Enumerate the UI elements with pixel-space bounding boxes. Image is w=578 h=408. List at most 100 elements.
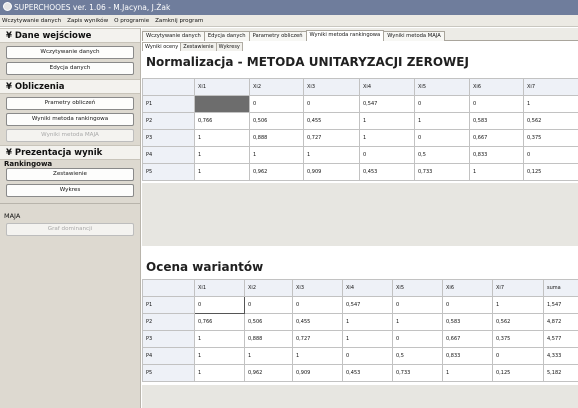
wyniki-rankingowa-button[interactable]: Wyniki metoda rankingowa — [6, 113, 134, 126]
table-cell[interactable]: 0 — [303, 95, 360, 113]
table-cell[interactable]: 0 — [492, 347, 544, 365]
table-cell[interactable]: 0 — [414, 95, 470, 113]
table-cell[interactable]: 0,667 — [469, 129, 524, 147]
column-header[interactable]: Xi6 — [469, 78, 524, 96]
column-header[interactable]: Xi6 — [442, 279, 493, 297]
table-cell[interactable]: 0,562 — [492, 313, 544, 331]
row-header[interactable]: P4 — [142, 146, 195, 164]
menu-item-o-programie[interactable]: O programie — [112, 18, 151, 24]
table-cell[interactable]: 0 — [523, 146, 578, 164]
table-cell[interactable]: 0,833 — [442, 347, 493, 365]
edycja-danych-button[interactable]: Edycja danych — [6, 62, 134, 75]
table-cell[interactable]: 5,182 — [543, 364, 578, 382]
table-cell[interactable]: 0,888 — [244, 330, 293, 348]
column-header[interactable]: Xi1 — [194, 78, 250, 96]
table-cell[interactable]: 0,962 — [244, 364, 293, 382]
table-cell[interactable]: 1,547 — [543, 296, 578, 314]
section-obliczenia[interactable]: ¥ Obliczenia — [0, 79, 140, 94]
table-cell[interactable]: 1 — [194, 364, 245, 382]
table-cell[interactable]: 0,125 — [523, 163, 578, 181]
wyniki-maja-button[interactable]: Wyniki metoda MAJA — [6, 129, 134, 142]
table-cell[interactable]: 4,333 — [543, 347, 578, 365]
row-header[interactable]: P2 — [142, 313, 195, 331]
table-cell[interactable]: 0,375 — [523, 129, 578, 147]
column-header[interactable]: Xi3 — [303, 78, 360, 96]
row-header[interactable]: P2 — [142, 112, 195, 130]
table-cell[interactable]: 0,733 — [414, 163, 470, 181]
table-cell[interactable]: 4,577 — [543, 330, 578, 348]
table-cell[interactable]: 0 — [194, 95, 250, 113]
table-cell[interactable]: 1 — [194, 146, 250, 164]
table-cell[interactable]: 0,125 — [492, 364, 544, 382]
column-header[interactable]: Xi1 — [194, 279, 245, 297]
table-cell[interactable]: 1 — [523, 95, 578, 113]
table-cell[interactable]: 0 — [469, 95, 524, 113]
table-cell[interactable]: 0 — [392, 330, 443, 348]
subtab-zestawienie[interactable]: Zestawienie — [180, 42, 217, 51]
menu-item-zamknij[interactable]: Zamknij program — [153, 18, 205, 24]
table-cell[interactable]: 1 — [244, 347, 293, 365]
table-cell[interactable]: 0,583 — [469, 112, 524, 130]
table-cell[interactable]: 0,727 — [292, 330, 343, 348]
table-cell[interactable]: 1 — [492, 296, 544, 314]
table-cell[interactable]: 0 — [359, 146, 415, 164]
table-cell[interactable]: 0,727 — [303, 129, 360, 147]
table-cell[interactable]: 0,455 — [303, 112, 360, 130]
table-cell[interactable]: 1 — [342, 313, 393, 331]
column-header[interactable]: Xi2 — [249, 78, 304, 96]
table-cell[interactable]: 0,667 — [442, 330, 493, 348]
row-header[interactable]: P3 — [142, 330, 195, 348]
column-header[interactable]: Xi5 — [392, 279, 443, 297]
table-cell[interactable]: 0,583 — [442, 313, 493, 331]
table-cell[interactable]: 0 — [414, 129, 470, 147]
table-cell[interactable]: 0,962 — [249, 163, 304, 181]
table-cell[interactable]: 0,888 — [249, 129, 304, 147]
subtab-wykresy[interactable]: Wykresy — [215, 42, 243, 51]
ocena-wariantow-table[interactable]: Xi1 Xi2 Xi3 Xi4 Xi5 Xi6 Xi7 suma P1 0 0 0 0,547 0 0 1 1,… — [142, 279, 578, 382]
table-cell[interactable]: 1 — [194, 330, 245, 348]
column-header[interactable]: Xi7 — [523, 78, 578, 96]
table-cell[interactable]: 0 — [249, 95, 304, 113]
table-cell[interactable]: 0,453 — [342, 364, 393, 382]
tab-edycja-danych[interactable]: Edycja danych — [203, 31, 250, 41]
parametry-obliczen-button[interactable]: Prametry obliczeń — [6, 97, 134, 110]
table-cell[interactable]: 1 — [359, 112, 415, 130]
tab-wczytywanie-danych[interactable]: Wczytywanie danych — [142, 31, 205, 41]
wczytywanie-danych-button[interactable]: Wczytywanie danych — [6, 46, 134, 59]
table-cell[interactable]: 0 — [244, 296, 293, 314]
table-cell[interactable]: 4,872 — [543, 313, 578, 331]
row-header[interactable]: P5 — [142, 163, 195, 181]
row-header[interactable]: P1 — [142, 95, 195, 113]
table-cell[interactable]: 0,375 — [492, 330, 544, 348]
column-header[interactable]: suma — [543, 279, 578, 297]
row-header[interactable]: P1 — [142, 296, 195, 314]
table-cell[interactable]: 0,547 — [359, 95, 415, 113]
subtab-wyniki-oceny[interactable]: Wyniki oceny — [142, 42, 182, 51]
table-cell[interactable]: 1 — [392, 313, 443, 331]
tab-wyniki-maja[interactable]: Wyniki metoda MAJA — [383, 31, 445, 41]
table-cell[interactable]: 1 — [359, 129, 415, 147]
tab-wyniki-rankingowa[interactable]: Wyniki metoda rankingowa — [305, 30, 385, 41]
table-cell[interactable]: 1 — [414, 112, 470, 130]
column-header[interactable] — [142, 78, 195, 96]
tab-parametry-obliczen[interactable]: Parametry obliczeń — [248, 31, 307, 41]
table-cell[interactable]: 0 — [292, 296, 343, 314]
column-header[interactable]: Xi4 — [359, 78, 415, 96]
table-cell[interactable]: 0 — [392, 296, 443, 314]
table-cell[interactable]: 0,506 — [244, 313, 293, 331]
table-cell[interactable]: 0,562 — [523, 112, 578, 130]
section-dane-wejsciowe[interactable]: ¥ Dane wejściowe — [0, 28, 140, 43]
column-header[interactable]: Xi7 — [492, 279, 544, 297]
row-header[interactable]: P3 — [142, 129, 195, 147]
table-cell[interactable]: 1 — [249, 146, 304, 164]
column-header[interactable]: Xi2 — [244, 279, 293, 297]
table-cell[interactable]: 0,547 — [342, 296, 393, 314]
table-cell[interactable]: 0,733 — [392, 364, 443, 382]
table-cell[interactable]: 1 — [342, 330, 393, 348]
normalization-table[interactable]: Xi1 Xi2 Xi3 Xi4 Xi5 Xi6 Xi7 P1 0 0 0 0,547 0 0 1 P2 0,76… — [142, 78, 578, 181]
table-cell[interactable]: 0,506 — [249, 112, 304, 130]
table-cell[interactable]: 0 — [194, 296, 245, 314]
table-cell[interactable]: 0,455 — [292, 313, 343, 331]
table-cell[interactable]: 1 — [303, 146, 360, 164]
table-cell[interactable]: 0,5 — [414, 146, 470, 164]
